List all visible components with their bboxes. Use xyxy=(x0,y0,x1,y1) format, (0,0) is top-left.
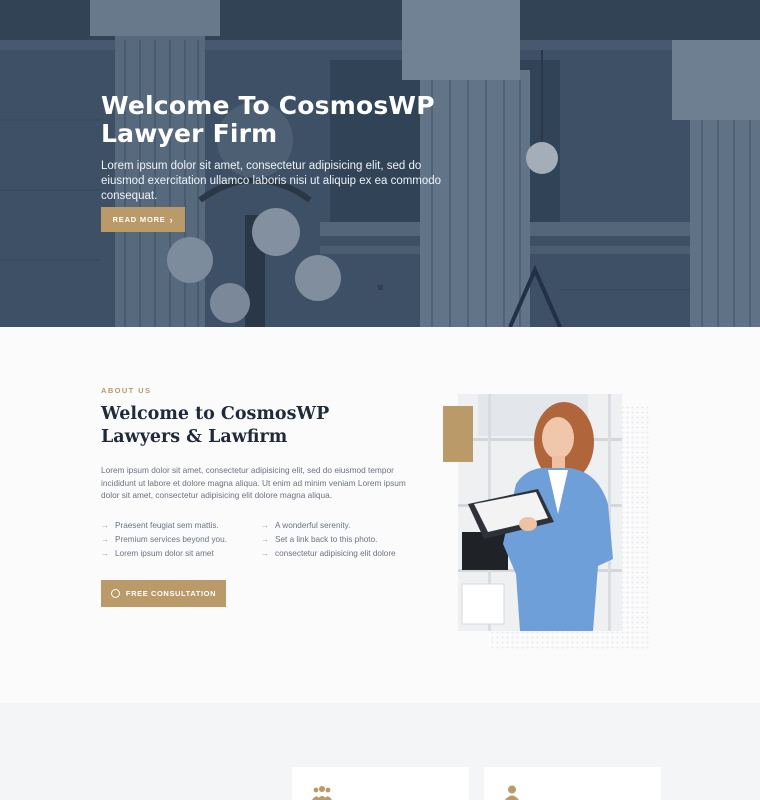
service-card[interactable] xyxy=(484,767,661,800)
free-consultation-label: FREE CONSULTATION xyxy=(125,589,217,598)
about-paragraph: Lorem ipsum dolor sit amet, consectetur … xyxy=(101,465,406,500)
arrow-right-icon: → xyxy=(101,534,109,544)
service-card[interactable] xyxy=(292,767,469,800)
feature-text: A wonderful serenity. xyxy=(275,520,351,530)
list-item: → Lorem ipsum dolor sit amet xyxy=(101,546,227,560)
feature-text: consectetur adipisicing elit dolore xyxy=(275,548,396,558)
section-label: ABOUT US xyxy=(101,386,152,395)
list-item: → Premium services beyond you. xyxy=(101,532,227,546)
user-icon xyxy=(505,785,519,800)
list-item: → consectetur adipisicing elit dolore xyxy=(261,546,396,560)
feature-text: Set a link back to this photo. xyxy=(275,534,378,544)
lawyer-photo xyxy=(458,394,622,631)
decorative-accent-block xyxy=(443,406,473,462)
slider-indicator[interactable] xyxy=(378,285,383,290)
features-list-right: → A wonderful serenity. → Set a link back … xyxy=(261,518,396,560)
chevron-right-icon: › xyxy=(169,214,174,225)
arrow-right-icon: → xyxy=(261,548,269,558)
arrow-right-icon: → xyxy=(101,520,109,530)
list-item: → A wonderful serenity. xyxy=(261,518,396,532)
arrow-right-icon: → xyxy=(101,548,109,558)
read-more-label: READ MORE xyxy=(112,215,166,224)
feature-text: Premium services beyond you. xyxy=(115,534,227,544)
chat-bubble-icon xyxy=(110,589,120,598)
list-item: → Praesent feugiat sem mattis. xyxy=(101,518,227,532)
feature-text: Praesent feugiat sem mattis. xyxy=(115,520,219,530)
list-item: → Set a link back to this photo. xyxy=(261,532,396,546)
free-consultation-button[interactable]: FREE CONSULTATION xyxy=(101,580,226,607)
read-more-button[interactable]: READ MORE › xyxy=(101,207,185,232)
features-list-left: → Praesent feugiat sem mattis. → Premium s… xyxy=(101,518,227,560)
about-title: Welcome to CosmosWP Lawyers & Lawfirm xyxy=(101,404,330,447)
feature-text: Lorem ipsum dolor sit amet xyxy=(115,548,214,558)
users-icon xyxy=(312,786,332,800)
hero-section: Welcome To CosmosWP Lawyer Firm Lorem ip… xyxy=(0,0,760,327)
arrow-right-icon: → xyxy=(261,534,269,544)
hero-title: Welcome To CosmosWP Lawyer Firm xyxy=(101,91,435,148)
hero-description: Lorem ipsum dolor sit amet, consectetur … xyxy=(101,160,442,202)
arrow-right-icon: → xyxy=(261,520,269,530)
